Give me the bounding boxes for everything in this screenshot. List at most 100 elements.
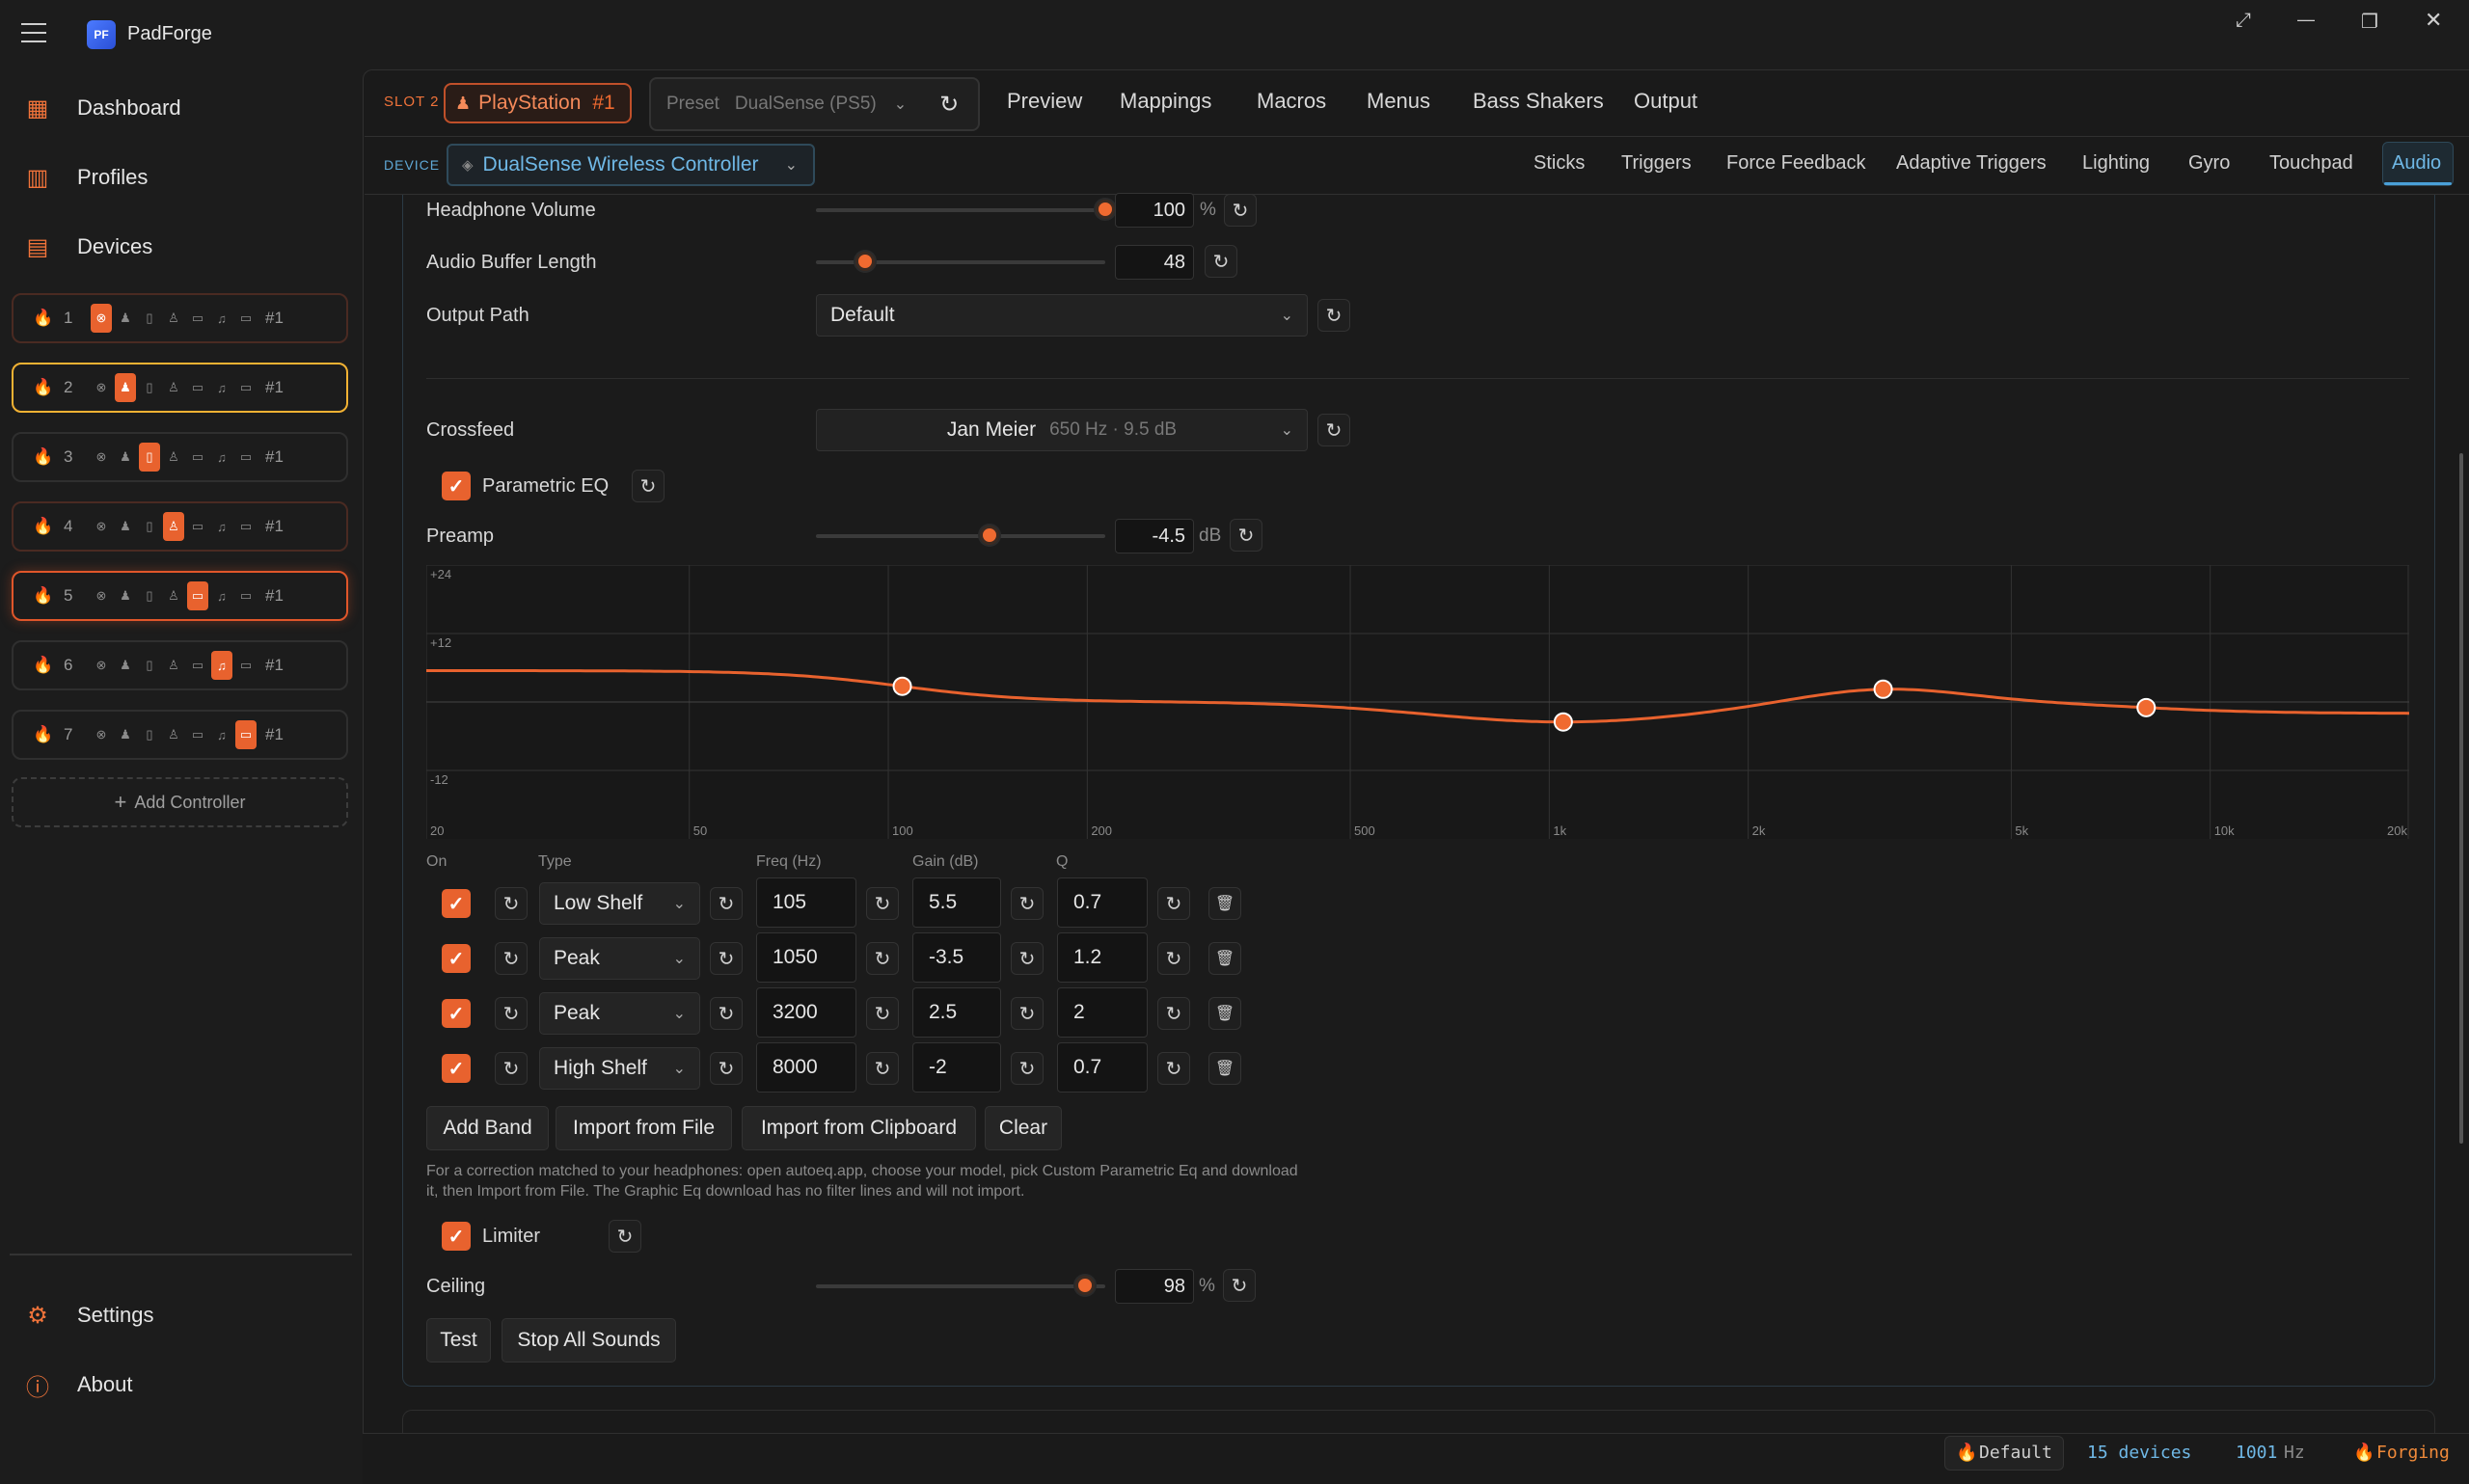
switch-icon[interactable]: ▯ (139, 377, 160, 398)
import-clipboard-button[interactable]: Import from Clipboard (742, 1106, 976, 1150)
menu-icon[interactable] (21, 23, 46, 44)
reset-icon[interactable]: ↻ (1011, 942, 1044, 975)
xbox-icon[interactable]: ⊗ (91, 585, 112, 607)
headphone-volume-input[interactable]: 100 (1115, 193, 1194, 228)
playstation-icon[interactable]: ♟ (115, 724, 136, 745)
delete-band-icon[interactable]: 🗑 (1208, 1052, 1241, 1085)
preamp-knob[interactable] (980, 526, 999, 545)
device-selector[interactable]: ◈ DualSense Wireless Controller ⌄ (447, 144, 815, 186)
band-q-input[interactable]: 2 (1057, 987, 1148, 1038)
subtab-force-feedback[interactable]: Force Feedback (1726, 152, 1866, 175)
playstation-icon[interactable]: ♟ (115, 308, 136, 329)
reset-icon[interactable]: ↻ (609, 1220, 641, 1253)
keyboard-icon[interactable]: ▭ (187, 724, 208, 745)
headphone-volume-knob[interactable] (1096, 200, 1115, 219)
person-icon[interactable]: ♙ (163, 655, 184, 676)
band-freq-input[interactable]: 3200 (756, 987, 856, 1038)
ceiling-input[interactable]: 98 (1115, 1269, 1194, 1304)
reset-icon[interactable]: ↻ (710, 942, 743, 975)
reset-icon[interactable]: ↻ (866, 887, 899, 920)
eq-band-handle[interactable] (892, 676, 912, 696)
tab-macros[interactable]: Macros (1257, 89, 1326, 114)
reset-icon[interactable]: ↻ (1205, 245, 1237, 278)
gamepad-icon[interactable]: ▭ (235, 446, 257, 468)
reset-icon[interactable]: ↻ (1157, 887, 1190, 920)
headphone-volume-slider[interactable] (816, 208, 1105, 212)
reset-icon[interactable]: ↻ (495, 997, 528, 1030)
keyboard-icon[interactable]: ▭ (187, 308, 208, 329)
person-icon[interactable]: ♙ (163, 512, 184, 541)
band-enabled-checkbox[interactable]: ✓ (442, 999, 471, 1028)
keyboard-icon[interactable]: ▭ (187, 377, 208, 398)
ceiling-slider[interactable] (816, 1284, 1105, 1288)
subtab-sticks[interactable]: Sticks (1533, 152, 1585, 175)
nav-dashboard[interactable]: ▦ Dashboard (14, 79, 347, 137)
reset-icon[interactable]: ↻ (1223, 1269, 1256, 1302)
switch-icon[interactable]: ▯ (139, 516, 160, 537)
midi-icon[interactable]: ♫ (211, 377, 232, 398)
band-gain-input[interactable]: -2 (912, 1042, 1001, 1093)
tab-menus[interactable]: Menus (1367, 89, 1430, 114)
parametric-eq-checkbox[interactable]: ✓ (442, 472, 471, 500)
switch-icon[interactable]: ▯ (139, 585, 160, 607)
reset-icon[interactable]: ↻ (866, 942, 899, 975)
switch-icon[interactable]: ▯ (139, 308, 160, 329)
band-enabled-checkbox[interactable]: ✓ (442, 944, 471, 973)
eq-graph[interactable]: 20 50 100 200 500 1k 2k 5k 10k 20k +24 +12 -12 (426, 565, 2409, 839)
controller-slot-2[interactable]: 🔥 2 ⊗ ♟ ▯ ♙ ▭ ♫ ▭ #1 (12, 363, 348, 413)
controller-slot-1[interactable]: 🔥 1 ⊗ ♟ ▯ ♙ ▭ ♫ ▭ #1 (12, 293, 348, 343)
output-path-select[interactable]: Default ⌄ (816, 294, 1308, 337)
minimize-button[interactable]: — (2297, 10, 2315, 30)
band-q-input[interactable]: 1.2 (1057, 932, 1148, 983)
close-button[interactable]: ✕ (2425, 8, 2442, 33)
add-controller-button[interactable]: + Add Controller (12, 777, 348, 827)
band-type-select[interactable]: High Shelf ⌄ (539, 1047, 700, 1090)
nav-settings[interactable]: ⚙ Settings (14, 1286, 347, 1344)
playstation-icon[interactable]: ♟ (115, 373, 136, 402)
midi-icon[interactable]: ♫ (211, 724, 232, 745)
person-icon[interactable]: ♙ (163, 724, 184, 745)
reset-icon[interactable]: ↻ (866, 1052, 899, 1085)
band-freq-input[interactable]: 105 (756, 877, 856, 928)
reset-icon[interactable]: ↻ (1157, 997, 1190, 1030)
tab-output[interactable]: Output (1634, 89, 1697, 114)
reset-icon[interactable]: ↻ (710, 887, 743, 920)
reset-icon[interactable]: ↻ (632, 470, 665, 502)
tab-bass-shakers[interactable]: Bass Shakers (1473, 89, 1604, 114)
eq-band-handle[interactable] (2136, 697, 2157, 717)
controller-slot-7[interactable]: 🔥 7 ⊗ ♟ ▯ ♙ ▭ ♫ ▭ #1 (12, 710, 348, 760)
buffer-length-input[interactable]: 48 (1115, 245, 1194, 280)
nav-profiles[interactable]: ▥ Profiles (14, 148, 347, 206)
playstation-icon[interactable]: ♟ (115, 516, 136, 537)
midi-icon[interactable]: ♫ (211, 651, 232, 680)
tab-preview[interactable]: Preview (1007, 89, 1082, 114)
preamp-slider[interactable] (816, 534, 1105, 538)
reset-icon[interactable]: ↻ (1157, 942, 1190, 975)
controller-type-button[interactable]: ♟ PlayStation #1 (444, 83, 632, 123)
buffer-length-knob[interactable] (855, 252, 875, 271)
reset-icon[interactable]: ↻ (1230, 519, 1262, 552)
reset-icon[interactable]: ↻ (710, 997, 743, 1030)
gamepad-icon[interactable]: ▭ (235, 516, 257, 537)
reset-icon[interactable]: ↻ (1317, 414, 1350, 446)
band-gain-input[interactable]: -3.5 (912, 932, 1001, 983)
person-icon[interactable]: ♙ (163, 446, 184, 468)
band-q-input[interactable]: 0.7 (1057, 1042, 1148, 1093)
controller-slot-4[interactable]: 🔥 4 ⊗ ♟ ▯ ♙ ▭ ♫ ▭ #1 (12, 501, 348, 552)
preamp-input[interactable]: -4.5 (1115, 519, 1194, 553)
subtab-gyro[interactable]: Gyro (2188, 152, 2230, 175)
switch-icon[interactable]: ▯ (139, 724, 160, 745)
band-freq-input[interactable]: 1050 (756, 932, 856, 983)
controller-slot-6[interactable]: 🔥 6 ⊗ ♟ ▯ ♙ ▭ ♫ ▭ #1 (12, 640, 348, 690)
band-gain-input[interactable]: 2.5 (912, 987, 1001, 1038)
controller-slot-3[interactable]: 🔥 3 ⊗ ♟ ▯ ♙ ▭ ♫ ▭ #1 (12, 432, 348, 482)
xbox-icon[interactable]: ⊗ (91, 516, 112, 537)
eq-band-handle[interactable] (1553, 712, 1573, 732)
controller-slot-5[interactable]: 🔥 5 ⊗ ♟ ▯ ♙ ▭ ♫ ▭ #1 (12, 571, 348, 621)
midi-icon[interactable]: ♫ (211, 446, 232, 468)
reset-icon[interactable]: ↻ (1157, 1052, 1190, 1085)
xbox-icon[interactable]: ⊗ (91, 304, 112, 333)
test-button[interactable]: Test (426, 1318, 491, 1363)
keyboard-icon[interactable]: ▭ (187, 655, 208, 676)
scrollbar-thumb[interactable] (2459, 453, 2463, 1144)
